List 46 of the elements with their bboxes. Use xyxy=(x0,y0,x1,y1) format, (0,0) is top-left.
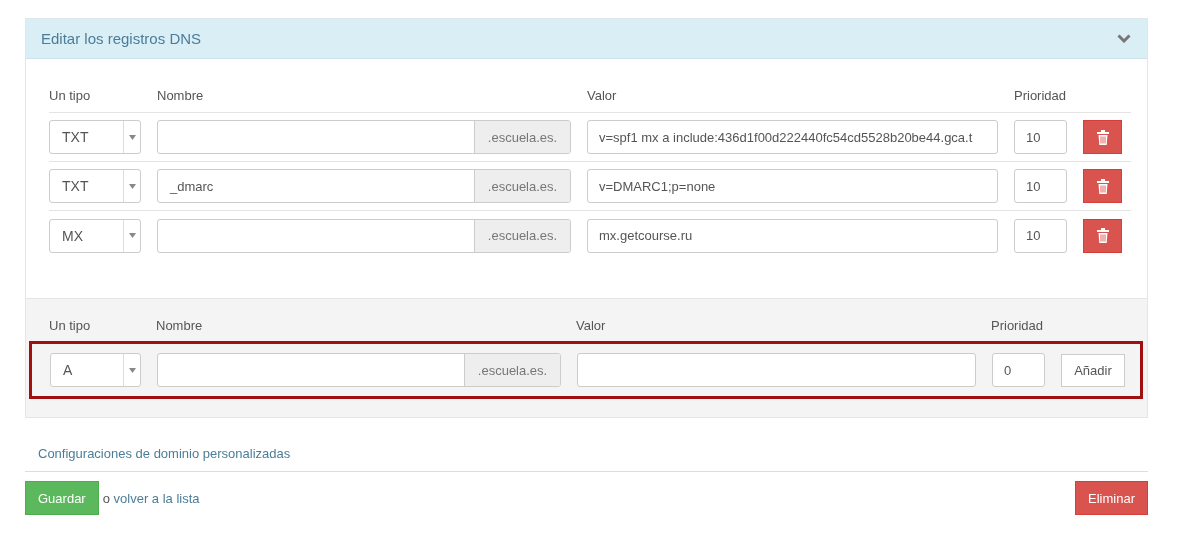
panel-header[interactable]: Editar los registros DNS xyxy=(26,19,1147,59)
trash-icon xyxy=(1096,228,1109,243)
delete-record-button[interactable] xyxy=(1083,218,1122,253)
priority-field[interactable]: 10 xyxy=(1014,218,1067,253)
name-field[interactable]: .escuela.es. xyxy=(157,120,571,154)
domain-suffix: .escuela.es. xyxy=(474,121,570,153)
column-header: Prioridad xyxy=(991,317,1044,333)
caret-icon xyxy=(128,134,136,140)
priority-field[interactable]: 10 xyxy=(1014,120,1067,154)
caret-icon xyxy=(128,233,136,238)
type-select[interactable]: MX xyxy=(49,218,141,253)
name-field[interactable]: .escuela.es. xyxy=(157,353,561,387)
priority-field[interactable]: 0 xyxy=(992,353,1045,387)
column-header: Un tipo xyxy=(49,317,92,333)
caret-icon xyxy=(128,183,136,189)
delete-record-button[interactable] xyxy=(1083,120,1122,154)
caret-icon xyxy=(128,367,136,373)
trash-icon xyxy=(1096,178,1109,194)
column-header: Un tipo xyxy=(49,88,92,103)
name-field[interactable]: _dmarc .escuela.es. xyxy=(157,169,571,203)
back-text: o volver a la lista xyxy=(102,490,200,506)
column-header: Nombre xyxy=(157,88,205,103)
add-button[interactable]: Añadir xyxy=(1061,353,1125,387)
column-header: Valor xyxy=(587,88,618,103)
delete-record-button[interactable] xyxy=(1083,169,1122,203)
type-select[interactable]: A xyxy=(50,353,141,387)
priority-field[interactable]: 10 xyxy=(1014,169,1067,203)
domain-suffix: .escuela.es. xyxy=(464,354,560,386)
delete-button[interactable]: Eliminar xyxy=(1075,481,1148,515)
domain-suffix: .escuela.es. xyxy=(474,170,570,202)
back-link[interactable]: volver a la lista xyxy=(113,490,200,506)
name-field[interactable]: .escuela.es. xyxy=(157,218,571,253)
value-field[interactable]: v=spf1 mx a include:436d1f00d222440fc54cd5528b20be44.gca.t xyxy=(587,120,998,154)
domain-suffix: .escuela.es. xyxy=(474,219,570,252)
column-header: Prioridad xyxy=(1014,88,1067,103)
custom-settings-link[interactable]: Configuraciones de dominio personalizadas xyxy=(38,446,291,461)
type-select[interactable]: TXT xyxy=(49,120,141,154)
value-field[interactable]: v=DMARC1;p=none xyxy=(587,169,998,203)
column-header: Nombre xyxy=(156,317,204,333)
type-select[interactable]: TXT xyxy=(49,169,141,203)
column-header: Valor xyxy=(576,317,607,333)
panel-title: Editar los registros DNS xyxy=(41,30,202,47)
value-field[interactable] xyxy=(577,353,976,387)
chevron-icon[interactable] xyxy=(1117,34,1131,43)
trash-icon xyxy=(1096,129,1109,145)
value-field[interactable]: mx.getcourse.ru xyxy=(587,218,998,253)
